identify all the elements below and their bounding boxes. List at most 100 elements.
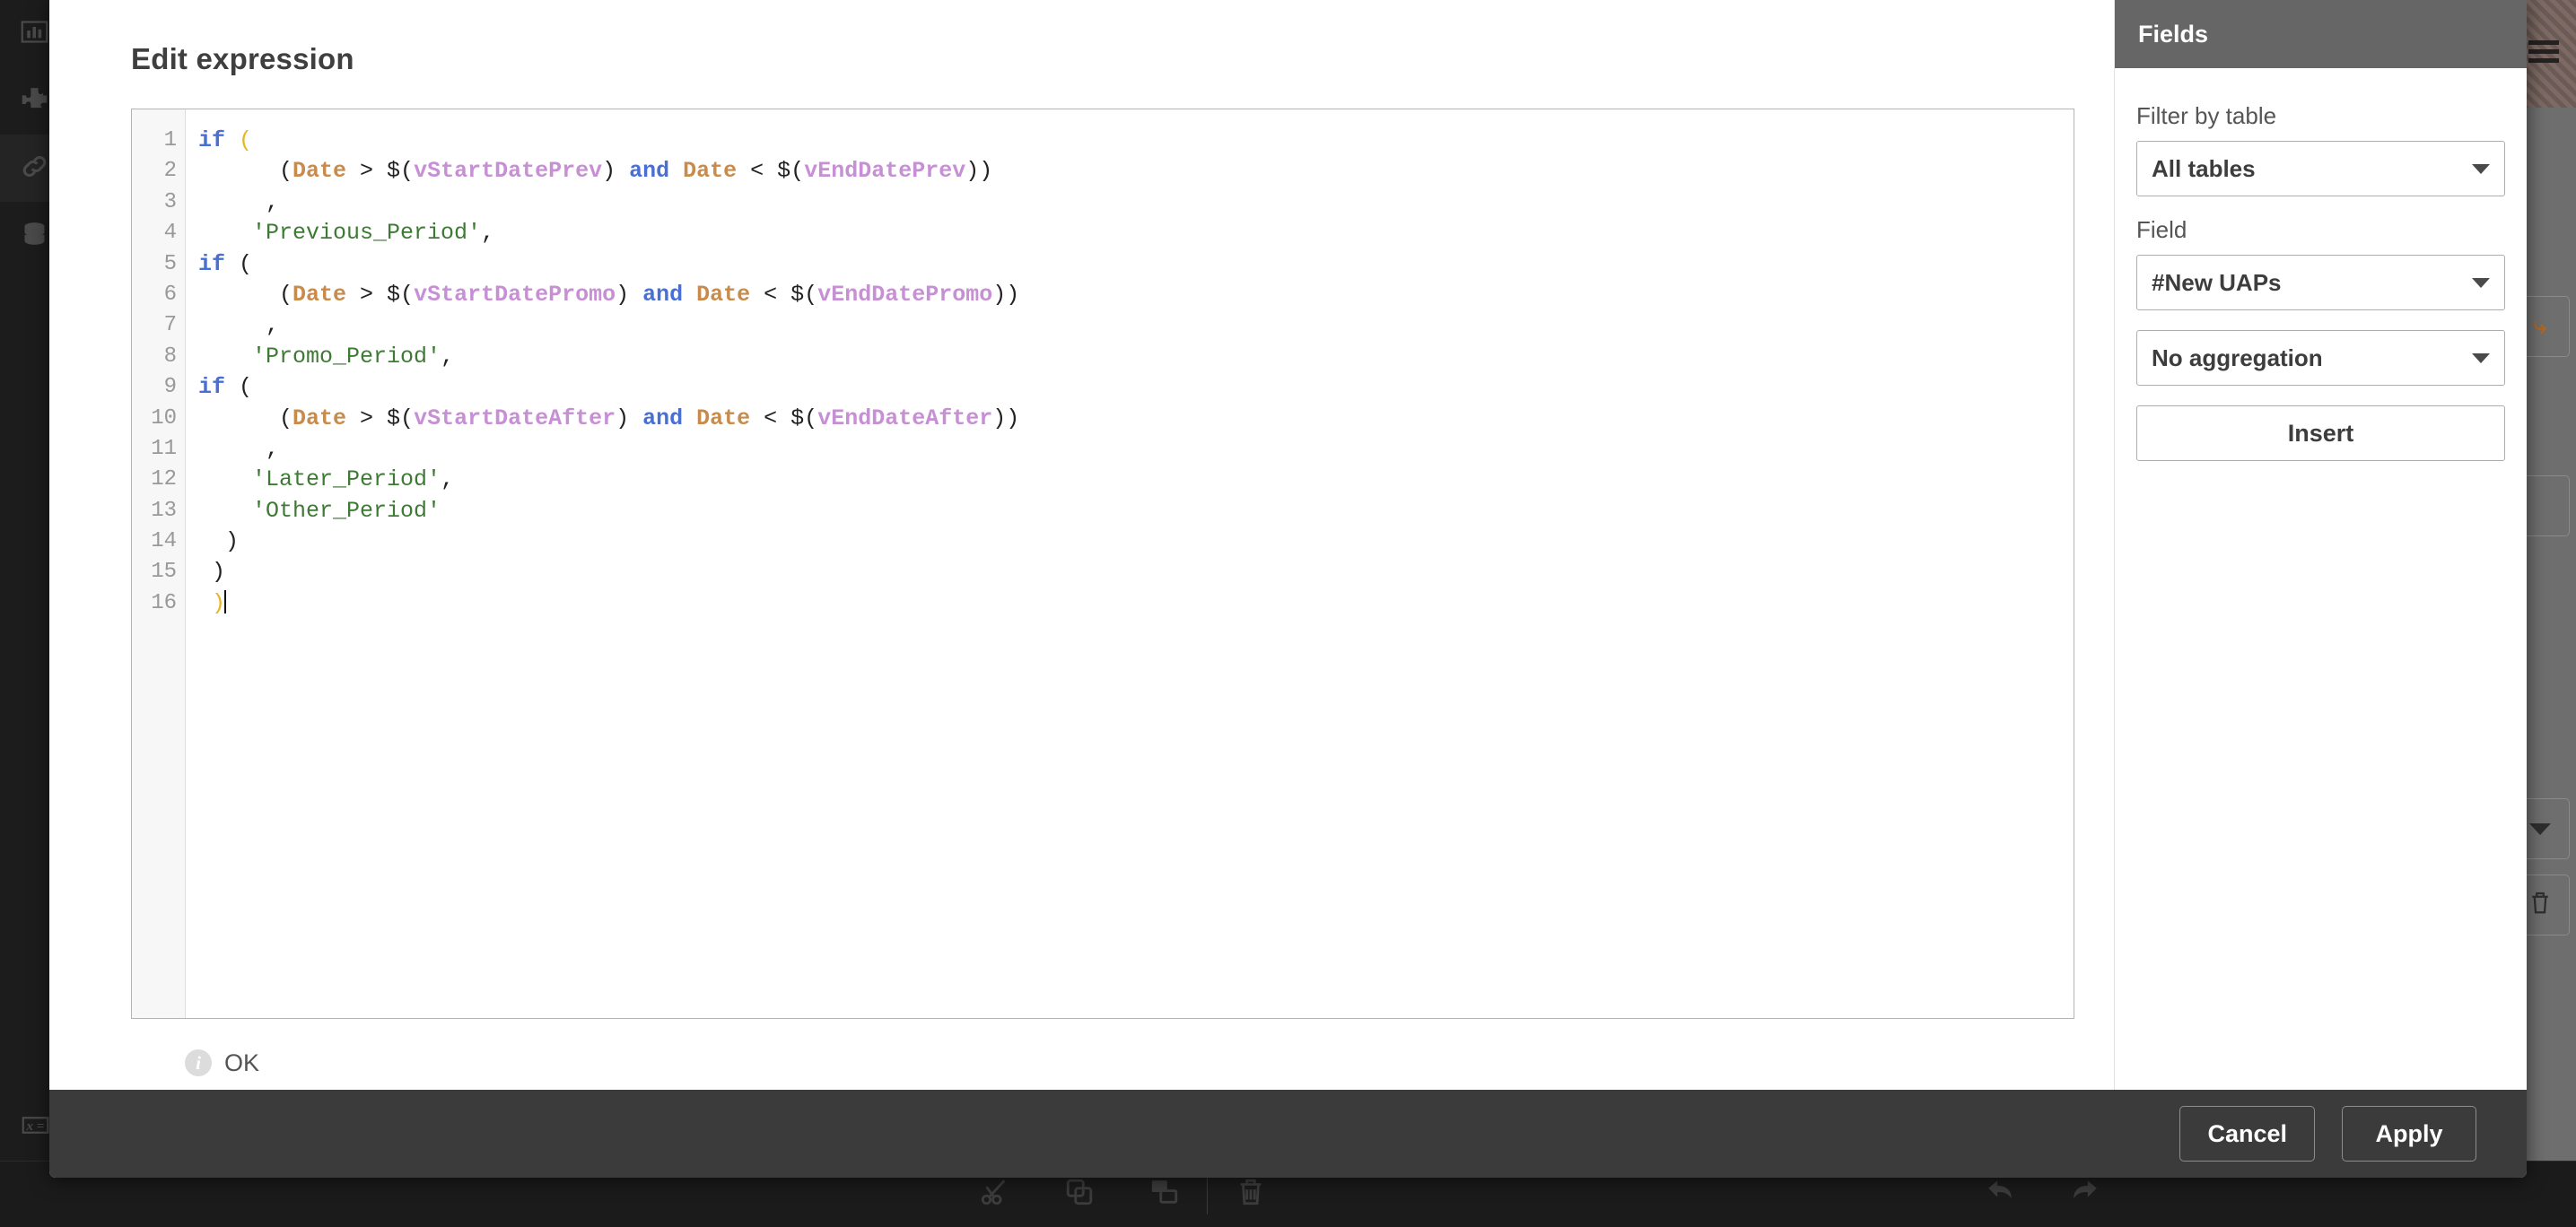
hamburger-icon[interactable] xyxy=(2528,40,2559,67)
code-line: , xyxy=(198,434,2074,465)
code-token xyxy=(683,405,696,431)
line-number: 1 xyxy=(132,126,185,156)
fields-panel-header: Fields xyxy=(2115,0,2527,68)
validation-status-row: i OK xyxy=(131,1019,2074,1085)
code-line: if ( xyxy=(198,372,2074,403)
code-token: ( xyxy=(198,405,293,431)
code-token: ( xyxy=(225,251,252,277)
code-token xyxy=(225,127,239,153)
edit-expression-dialog: Edit expression 12345678910111213141516 … xyxy=(49,0,2527,1178)
insert-button[interactable]: Insert xyxy=(2136,405,2505,461)
line-number: 3 xyxy=(132,187,185,218)
code-line: (Date > $(vStartDateAfter) and Date < $(… xyxy=(198,404,2074,434)
info-icon: i xyxy=(185,1049,212,1076)
code-token: ) xyxy=(616,405,642,431)
redo-icon xyxy=(2070,1177,2100,1212)
code-token: 'Other_Period' xyxy=(252,498,441,524)
code-token: ( xyxy=(198,282,293,308)
code-line: ) xyxy=(198,557,2074,587)
code-token: Date xyxy=(293,282,346,308)
fields-panel: Fields Filter by table All tables Field … xyxy=(2114,0,2527,1090)
line-number: 16 xyxy=(132,588,185,619)
code-token: and xyxy=(642,405,683,431)
code-token: ) xyxy=(212,590,225,616)
code-token: vEndDatePromo xyxy=(817,282,992,308)
code-token: < $( xyxy=(737,158,804,184)
brush-icon: ⤷ xyxy=(2534,312,2547,341)
code-token: > $( xyxy=(346,158,414,184)
delete-icon xyxy=(1236,1177,1266,1212)
line-number: 2 xyxy=(132,156,185,187)
code-token: ) xyxy=(198,559,225,585)
code-token: 'Later_Period' xyxy=(252,466,441,492)
code-token: vEndDateAfter xyxy=(817,405,992,431)
code-text-area[interactable]: if ( (Date > $(vStartDatePrev) and Date … xyxy=(186,109,2074,1018)
line-number: 14 xyxy=(132,526,185,557)
code-token: < $( xyxy=(750,405,817,431)
code-token: if xyxy=(198,127,225,153)
line-number: 10 xyxy=(132,404,185,434)
code-token: if xyxy=(198,374,225,400)
code-token: < $( xyxy=(750,282,817,308)
puzzle-icon xyxy=(20,84,49,118)
chevron-down-icon xyxy=(2472,278,2490,288)
variables-icon: x = xyxy=(21,1110,50,1144)
text-cursor xyxy=(224,590,226,614)
code-token: ) xyxy=(198,528,239,554)
line-number: 4 xyxy=(132,218,185,248)
field-value: #New UAPs xyxy=(2152,269,2282,297)
code-line: (Date > $(vStartDatePrev) and Date < $(v… xyxy=(198,156,2074,187)
code-token xyxy=(683,282,696,308)
code-token: ) xyxy=(602,158,629,184)
chevron-down-icon xyxy=(2472,164,2490,174)
undo-icon xyxy=(1985,1177,2015,1212)
expression-code-editor[interactable]: 12345678910111213141516 if ( (Date > $(v… xyxy=(131,109,2074,1019)
code-token xyxy=(198,466,252,492)
code-token: , xyxy=(441,466,454,492)
code-token: , xyxy=(198,189,279,215)
field-label: Field xyxy=(2136,216,2505,244)
line-number: 15 xyxy=(132,557,185,587)
dialog-body: Edit expression 12345678910111213141516 … xyxy=(49,0,2527,1090)
code-token: , xyxy=(481,220,494,246)
aggregation-select[interactable]: No aggregation xyxy=(2136,330,2505,386)
code-token: vStartDatePromo xyxy=(414,282,616,308)
code-token: > $( xyxy=(346,405,414,431)
fields-panel-body: Filter by table All tables Field #New UA… xyxy=(2115,68,2527,484)
code-token: ( xyxy=(225,374,252,400)
code-token xyxy=(669,158,683,184)
code-line: if ( xyxy=(198,249,2074,280)
code-token: , xyxy=(198,436,279,462)
code-token: , xyxy=(441,344,454,370)
page-title: Edit expression xyxy=(89,0,2074,109)
code-token: vStartDateAfter xyxy=(414,405,616,431)
code-token: 'Previous_Period' xyxy=(252,220,481,246)
line-number: 9 xyxy=(132,372,185,403)
line-number-gutter: 12345678910111213141516 xyxy=(132,109,186,1018)
code-token: ) xyxy=(616,282,642,308)
code-line: , xyxy=(198,187,2074,218)
expression-editor-column: Edit expression 12345678910111213141516 … xyxy=(49,0,2114,1090)
code-token xyxy=(198,220,252,246)
aggregation-value: No aggregation xyxy=(2152,344,2323,372)
code-line: ) xyxy=(198,526,2074,557)
code-token: Date xyxy=(696,282,750,308)
dialog-footer: Cancel Apply xyxy=(49,1090,2527,1178)
code-token: vEndDatePrev xyxy=(804,158,965,184)
trash-icon xyxy=(2527,889,2554,922)
chevron-down-icon xyxy=(2529,823,2551,835)
filter-by-table-select[interactable]: All tables xyxy=(2136,141,2505,196)
apply-button[interactable]: Apply xyxy=(2342,1106,2476,1162)
chevron-down-icon xyxy=(2472,353,2490,363)
code-token: Date xyxy=(293,405,346,431)
line-number: 12 xyxy=(132,465,185,495)
application-root: x = ⤷ xyxy=(0,0,2576,1226)
cancel-button[interactable]: Cancel xyxy=(2179,1106,2315,1162)
code-token: and xyxy=(642,282,683,308)
field-select[interactable]: #New UAPs xyxy=(2136,255,2505,310)
line-number: 8 xyxy=(132,342,185,372)
link-icon xyxy=(20,152,49,186)
copy-icon xyxy=(1064,1177,1095,1212)
paste-icon xyxy=(1149,1177,1180,1212)
code-line: , xyxy=(198,310,2074,341)
